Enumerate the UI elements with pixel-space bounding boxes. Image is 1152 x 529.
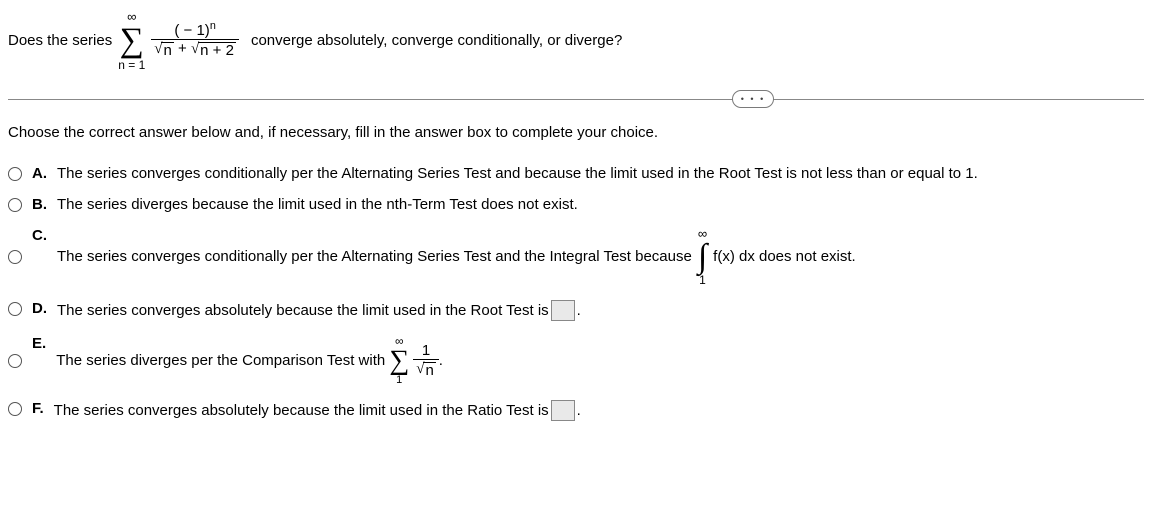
label-d: D. (32, 300, 47, 317)
label-f: F. (32, 400, 44, 417)
choice-f: F. The series converges absolutely becau… (8, 400, 1144, 421)
instruction-text: Choose the correct answer below and, if … (8, 124, 1144, 141)
radio-c[interactable] (8, 250, 22, 264)
radio-a[interactable] (8, 167, 22, 181)
radio-d[interactable] (8, 302, 22, 316)
label-e: E. (32, 335, 46, 352)
radio-b[interactable] (8, 198, 22, 212)
more-pill[interactable]: • • • (732, 90, 774, 108)
answer-box-f[interactable] (551, 400, 575, 421)
series-expression: ∞ ∑ n = 1 ( − 1)n √n + √n + 2 (118, 10, 239, 71)
label-a: A. (32, 165, 47, 182)
series-fraction: ( − 1)n √n + √n + 2 (151, 23, 239, 58)
question-stem: Does the series ∞ ∑ n = 1 ( − 1)n √n + √… (8, 10, 1144, 71)
text-e: The series diverges per the Comparison T… (56, 335, 443, 386)
text-f: The series converges absolutely because … (54, 400, 581, 421)
choice-d: D. The series converges absolutely becau… (8, 300, 1144, 321)
choice-e: E. The series diverges per the Compariso… (8, 335, 1144, 386)
section-divider: • • • (8, 99, 1144, 100)
radio-f[interactable] (8, 402, 22, 416)
stem-after: converge absolutely, converge conditiona… (251, 32, 622, 49)
text-d: The series converges absolutely because … (57, 300, 581, 321)
sum-symbol: ∞ ∑ n = 1 (118, 10, 145, 71)
choice-c: C. The series converges conditionally pe… (8, 227, 1144, 286)
integral-symbol: ∞ ∫ 1 (698, 227, 707, 286)
text-b: The series diverges because the limit us… (57, 196, 578, 213)
text-a: The series converges conditionally per t… (57, 165, 978, 182)
stem-before: Does the series (8, 32, 112, 49)
label-b: B. (32, 196, 47, 213)
comparison-fraction: 1 √n (413, 343, 439, 378)
answer-choices: A. The series converges conditionally pe… (8, 165, 1144, 421)
label-c: C. (32, 227, 47, 244)
choice-b: B. The series diverges because the limit… (8, 196, 1144, 213)
text-c: The series converges conditionally per t… (57, 227, 856, 286)
choice-a: A. The series converges conditionally pe… (8, 165, 1144, 182)
radio-e[interactable] (8, 354, 22, 368)
answer-box-d[interactable] (551, 300, 575, 321)
comparison-sum: ∞ ∑ 1 (389, 335, 409, 386)
